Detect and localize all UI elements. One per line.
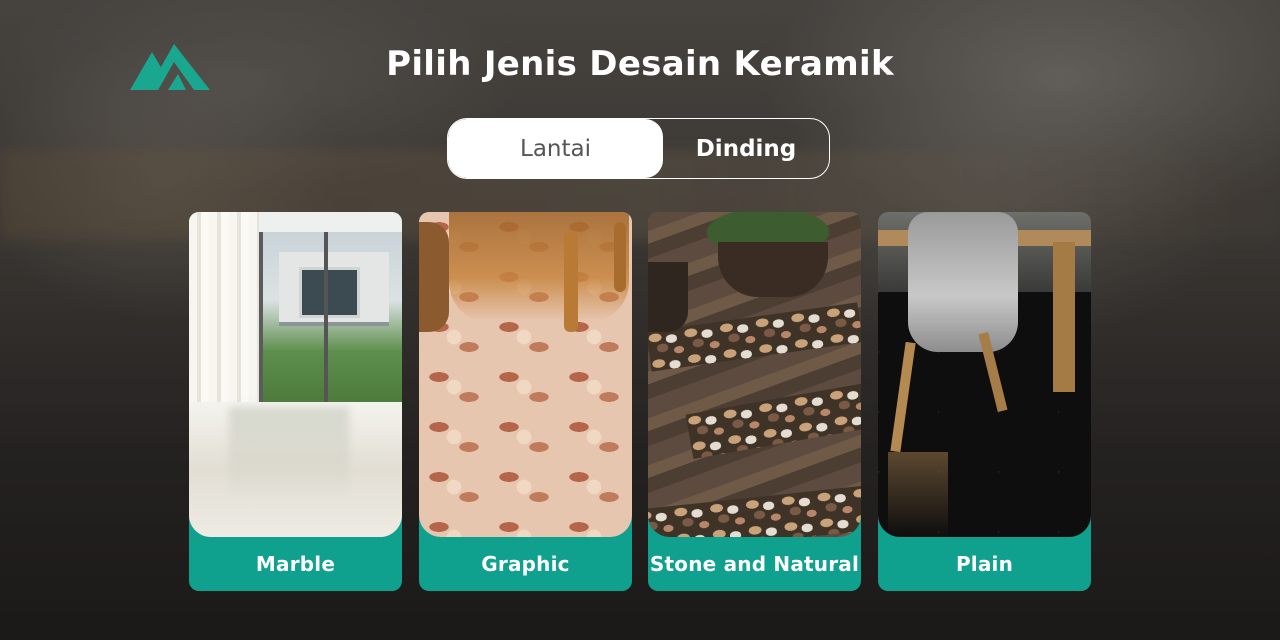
category-card-graphic[interactable]: Graphic [419, 212, 632, 591]
photo-detail [229, 407, 349, 497]
category-card-marble[interactable]: Marble [189, 212, 402, 591]
photo-detail [299, 267, 360, 318]
stone-floor-photo [648, 212, 861, 537]
photo-detail [908, 212, 1018, 352]
graphic-floor-photo [419, 212, 632, 537]
photo-detail [685, 379, 861, 460]
photo-detail [189, 212, 259, 412]
category-label: Graphic [481, 552, 570, 576]
app-screen: Pilih Jenis Desain Keramik Lantai Dindin… [0, 0, 1280, 640]
photo-detail [648, 484, 861, 537]
category-label: Stone and Natural [649, 552, 860, 576]
page-title: Pilih Jenis Desain Keramik [386, 44, 894, 84]
toggle-option-lantai[interactable]: Lantai [448, 119, 663, 178]
photo-detail [1053, 242, 1075, 392]
photo-detail [449, 212, 629, 322]
category-card-plain[interactable]: Plain [878, 212, 1091, 591]
toggle-option-dinding[interactable]: Dinding [663, 119, 829, 178]
photo-detail [564, 232, 578, 332]
category-label: Plain [955, 552, 1014, 576]
floor-wall-toggle: Lantai Dinding [447, 118, 830, 179]
photo-detail [324, 232, 328, 402]
marble-floor-photo [189, 212, 402, 537]
category-label: Marble [255, 552, 336, 576]
photo-detail [419, 222, 449, 332]
photo-detail [888, 452, 948, 537]
photo-detail [718, 242, 828, 297]
category-card-stone-natural[interactable]: Stone and Natural [648, 212, 861, 591]
photo-detail [614, 222, 626, 292]
plain-floor-photo [878, 212, 1091, 537]
